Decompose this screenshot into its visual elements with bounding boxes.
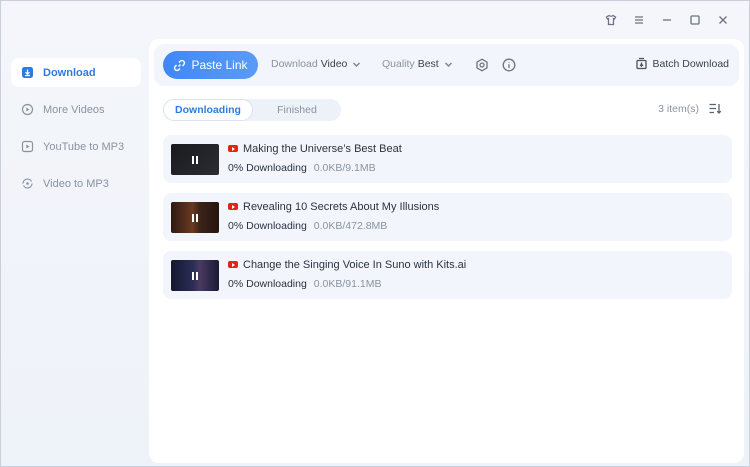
sidebar-item-more-videos[interactable]: More Videos	[11, 95, 141, 124]
download-state: Downloading	[246, 162, 307, 174]
download-percent: 0%	[228, 278, 244, 290]
download-title: Revealing 10 Secrets About My Illusions	[243, 201, 440, 213]
toolbar: Paste Link Download Video Quality Best B…	[154, 44, 739, 86]
download-type-label: Download	[271, 58, 318, 70]
shirt-icon[interactable]	[597, 11, 625, 29]
quality-value: Best	[417, 58, 439, 70]
close-icon[interactable]	[709, 11, 737, 29]
video-thumbnail	[171, 202, 219, 233]
sidebar-item-label: YouTube to MP3	[43, 140, 125, 153]
list-item[interactable]: Revealing 10 Secrets About My Illusions …	[163, 193, 732, 241]
download-size: 0.0KB/472.8MB	[313, 220, 388, 232]
chevron-down-icon	[353, 62, 361, 67]
settings-gear-icon[interactable]	[474, 57, 490, 73]
pause-icon[interactable]	[188, 211, 202, 225]
download-type-dropdown[interactable]: Download Video	[271, 58, 361, 70]
sidebar-item-download[interactable]: Download	[11, 58, 141, 87]
download-list: Making the Universe’s Best Beat 0% Downl…	[163, 135, 732, 309]
download-title: Making the Universe’s Best Beat	[243, 143, 402, 155]
sort-icon[interactable]	[708, 102, 724, 116]
info-icon[interactable]	[501, 57, 517, 73]
youtube-icon	[228, 145, 238, 152]
download-status: 0% Downloading 0.0KB/472.8MB	[228, 220, 387, 232]
video-thumbnail	[171, 260, 219, 291]
batch-download-label: Batch Download	[652, 57, 729, 70]
download-state: Downloading	[246, 278, 307, 290]
sidebar-item-label: More Videos	[43, 103, 105, 116]
sidebar-item-label: Video to MP3	[43, 177, 109, 190]
menu-icon[interactable]	[625, 11, 653, 29]
tab-downloading[interactable]: Downloading	[163, 99, 253, 121]
paste-link-label: Paste Link	[191, 58, 248, 72]
video-thumbnail	[171, 144, 219, 175]
download-icon	[21, 66, 34, 79]
youtube-icon	[228, 261, 238, 268]
tab-finished[interactable]: Finished	[253, 99, 341, 121]
minimize-icon[interactable]	[653, 11, 681, 29]
pause-icon[interactable]	[188, 269, 202, 283]
download-type-value: Video	[320, 58, 348, 70]
youtube-icon	[228, 203, 238, 210]
play-circle-icon	[21, 103, 34, 116]
list-item[interactable]: Change the Singing Voice In Suno with Ki…	[163, 251, 732, 299]
quality-dropdown[interactable]: Quality Best	[382, 58, 453, 70]
download-status: 0% Downloading 0.0KB/9.1MB	[228, 162, 376, 174]
paste-link-button[interactable]: Paste Link	[163, 51, 258, 79]
download-size: 0.0KB/91.1MB	[313, 278, 382, 290]
list-item[interactable]: Making the Universe’s Best Beat 0% Downl…	[163, 135, 732, 183]
item-count: 3 item(s)	[658, 103, 699, 115]
download-percent: 0%	[228, 220, 244, 232]
convert-icon	[21, 177, 34, 190]
sidebar-item-label: Download	[43, 66, 96, 79]
link-icon	[174, 59, 186, 71]
sidebar-item-youtube-to-mp3[interactable]: YouTube to MP3	[11, 132, 141, 161]
batch-download-button[interactable]: Batch Download	[635, 57, 729, 70]
maximize-icon[interactable]	[681, 11, 709, 29]
sidebar: Download More Videos YouTube to MP3 Vide…	[11, 58, 141, 206]
download-tabs: Downloading Finished	[163, 99, 341, 121]
download-percent: 0%	[228, 162, 244, 174]
pause-icon[interactable]	[188, 153, 202, 167]
quality-label: Quality	[382, 58, 415, 70]
download-title: Change the Singing Voice In Suno with Ki…	[243, 259, 467, 271]
download-state: Downloading	[246, 220, 307, 232]
download-status: 0% Downloading 0.0KB/91.1MB	[228, 278, 381, 290]
app-window: Download More Videos YouTube to MP3 Vide…	[0, 0, 750, 467]
sidebar-item-video-to-mp3[interactable]: Video to MP3	[11, 169, 141, 198]
play-square-icon	[21, 140, 34, 153]
chevron-down-icon	[444, 62, 452, 67]
titlebar-controls	[597, 11, 737, 29]
download-size: 0.0KB/9.1MB	[313, 162, 376, 174]
main-panel: Paste Link Download Video Quality Best B…	[149, 39, 744, 463]
batch-download-icon	[635, 57, 647, 70]
